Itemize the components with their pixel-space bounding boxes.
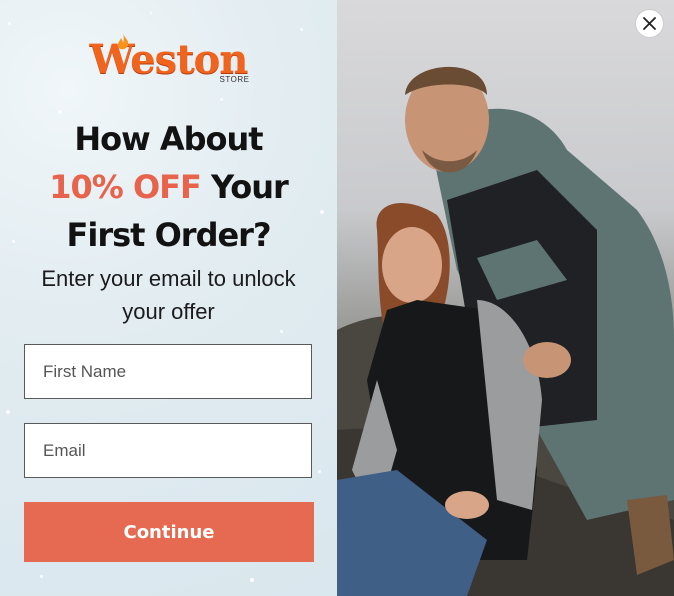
close-button[interactable] [635,9,664,38]
logo-subtext: STORE [219,75,250,84]
offer-subheadline: Enter your email to unlock your offer [0,262,337,328]
snow-fleck [58,110,62,114]
snow-fleck [6,410,10,414]
subheadline-line-2: your offer [122,299,215,324]
brand-logo: Weston STORE [0,34,337,94]
snow-fleck [300,28,303,31]
continue-button[interactable]: Continue [24,502,314,562]
couple-photo-illustration [337,66,674,596]
offer-headline: How About 10% OFF Your First Order? [0,115,337,259]
subheadline-line-1: Enter your email to unlock [41,266,296,291]
snow-fleck [318,470,321,473]
logo-wordmark: Weston STORE [90,34,249,94]
snow-fleck [280,330,283,333]
headline-line-1: How About [74,120,263,158]
flame-icon [117,34,128,50]
headline-line-3: First Order? [66,216,271,254]
snow-fleck [150,12,152,14]
headline-line-2-rest: Your [200,168,289,206]
email-input[interactable] [24,423,312,478]
first-name-input[interactable] [24,344,312,399]
headline-line-2: 10% OFF Your [0,163,337,211]
snow-fleck [250,578,254,582]
close-icon [643,17,656,30]
discount-highlight: 10% OFF [49,168,202,206]
snow-fleck [40,575,43,578]
snow-fleck [8,22,11,25]
discount-popup: Weston STORE How About 10% OFF Your Firs… [0,0,674,596]
hero-photo [337,0,674,596]
offer-panel: Weston STORE How About 10% OFF Your Firs… [0,0,337,596]
